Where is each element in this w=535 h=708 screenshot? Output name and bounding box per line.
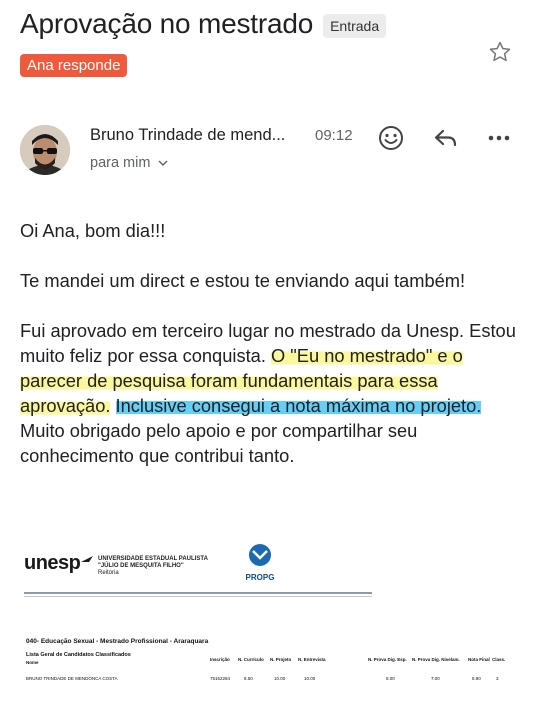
university-name: UNIVERSIDADE ESTADUAL PAULISTA "JÚLIO DE… (98, 556, 208, 577)
star-icon[interactable] (487, 40, 513, 64)
cell-inscricao: 75162284 (210, 676, 231, 681)
col-nome: Nome (26, 660, 39, 665)
email-subject-row: Aprovação no mestrado Entrada (20, 8, 387, 40)
list-title: Lista Geral de Candidatos Classificados (26, 652, 131, 658)
avatar[interactable] (20, 125, 70, 175)
propg-logo: PROPG (242, 542, 278, 582)
university-line3: Reitoria (98, 570, 119, 576)
recipient-line[interactable]: para mim (90, 155, 168, 171)
attachment-image[interactable]: unesp UNIVERSIDADE ESTADUAL PAULISTA "JÚ… (18, 540, 523, 700)
cell-class: 3 (496, 676, 499, 681)
cell-entrevista: 10.00 (304, 676, 316, 681)
col-entrevista: N. Entrevista (298, 657, 326, 662)
cell-nota-final: 8.90 (472, 676, 481, 681)
doc-divider (24, 592, 372, 594)
recipient-label: para mim (90, 155, 151, 171)
inbox-label-chip[interactable]: Entrada (323, 14, 387, 38)
cell-curriculo: 8.50 (244, 676, 253, 681)
greeting: Oi Ana, bom dia!!! (20, 220, 166, 241)
col-prova-niv: N. Prova Dig. Nivelam. (412, 657, 460, 662)
email-body: Oi Ana, bom dia!!! Te mandei um direct e… (20, 218, 520, 493)
col-inscricao: Inscrição (210, 657, 230, 662)
unesp-logo: unesp (24, 552, 81, 574)
reply-icon[interactable] (432, 124, 460, 152)
col-class: Class. (492, 657, 506, 662)
highlight-blue-text: Inclusive consegui a nota máxima no proj… (115, 395, 482, 416)
propg-logo-icon (249, 544, 271, 566)
sender-name[interactable]: Bruno Trindade de mend... (90, 126, 285, 145)
thanks-text: Muito obrigado pelo apoio e por comparti… (20, 420, 418, 466)
course-title: 040- Educação Sexual - Mestrado Profissi… (26, 638, 209, 645)
email-time: 09:12 (315, 127, 353, 144)
cell-projeto: 10.00 (274, 676, 286, 681)
doc-divider-thin (24, 596, 372, 597)
col-projeto: N. Projeto (270, 657, 292, 662)
propg-label: PROPG (245, 573, 275, 582)
col-curriculo: N. Currículo (238, 657, 264, 662)
emoji-icon[interactable] (377, 124, 405, 152)
university-line2: "JÚLIO DE MESQUITA FILHO" (98, 563, 184, 569)
paragraph-direct: Te mandei um direct e estou te enviando … (20, 270, 466, 291)
reply-badge: Ana responde (20, 54, 128, 77)
chevron-down-icon[interactable] (158, 159, 168, 167)
unesp-logo-icon (81, 556, 93, 562)
paragraph-approval: Fui aprovado em terceiro lugar no mestra… (20, 318, 520, 468)
cell-prova-esp: 8.00 (386, 676, 395, 681)
more-icon[interactable] (486, 124, 512, 152)
cell-prova-niv: 7.00 (431, 676, 440, 681)
university-line1: UNIVERSIDADE ESTADUAL PAULISTA (98, 556, 208, 562)
col-prova-esp: N. Prova Dig. Esp. (368, 657, 407, 662)
col-nota-final: Nota Final (468, 657, 490, 662)
cell-nome: BRUNO TRINDADE DE MENDONCA COSTA (26, 676, 118, 681)
email-subject: Aprovação no mestrado (20, 8, 314, 39)
